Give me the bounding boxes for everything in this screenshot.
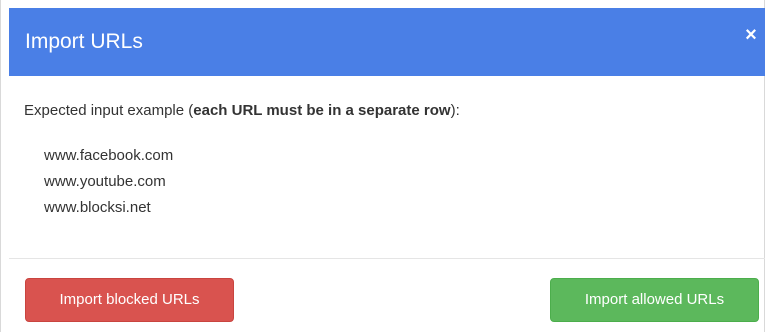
dialog-body: Expected input example (each URL must be… — [9, 76, 765, 258]
import-urls-dialog: Import URLs × Expected input example (ea… — [0, 0, 765, 332]
example-url: www.youtube.com — [44, 173, 166, 190]
dialog-header: Import URLs × — [9, 8, 765, 76]
instruction-emphasis: each URL must be in a separate row — [193, 102, 451, 119]
example-url-list: www.facebook.com www.youtube.com www.blo… — [44, 143, 173, 221]
close-icon[interactable]: × — [742, 24, 760, 46]
dialog-footer: Import blocked URLs Import allowed URLs — [9, 259, 765, 332]
input-instruction: Expected input example (each URL must be… — [24, 101, 460, 121]
instruction-suffix: ): — [450, 102, 460, 119]
import-allowed-urls-button[interactable]: Import allowed URLs — [550, 278, 759, 322]
dialog-title: Import URLs — [25, 30, 143, 53]
example-url: www.facebook.com — [44, 147, 174, 164]
instruction-prefix: Expected input example ( — [24, 102, 194, 119]
import-blocked-urls-button[interactable]: Import blocked URLs — [25, 278, 234, 322]
example-url: www.blocksi.net — [44, 199, 151, 216]
